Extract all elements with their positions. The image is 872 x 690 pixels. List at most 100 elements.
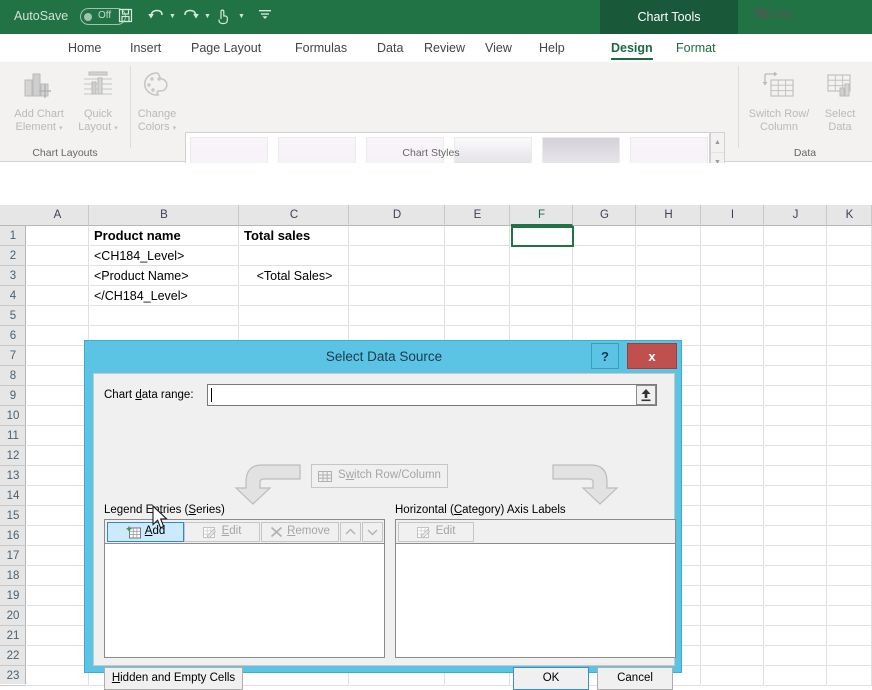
cell-A15[interactable] [27,506,89,526]
row-header-2[interactable]: 2 [0,246,26,266]
cell-C5[interactable] [240,306,349,326]
cell-I23[interactable] [702,666,764,686]
row-header-14[interactable]: 14 [0,486,26,506]
cell-K1[interactable] [828,226,872,246]
row-header-7[interactable]: 7 [0,346,26,366]
undo-icon[interactable] [147,7,165,29]
cell-D2[interactable] [350,246,445,266]
cell-K21[interactable] [828,626,872,646]
cell-I21[interactable] [702,626,764,646]
save-icon[interactable] [117,7,134,29]
cell-J13[interactable] [765,466,827,486]
cell-K8[interactable] [828,366,872,386]
tab-page-layout[interactable]: Page Layout [191,34,261,62]
cell-J5[interactable] [765,306,827,326]
column-header-J[interactable]: J [765,205,827,226]
tab-review[interactable]: Review [424,34,465,62]
dialog-close-button[interactable]: x [627,343,677,369]
cell-A11[interactable] [27,426,89,446]
edit-series-button[interactable]: Edit [184,522,260,542]
cell-I5[interactable] [702,306,764,326]
cell-I3[interactable] [702,266,764,286]
cell-D1[interactable] [350,226,445,246]
redo-icon[interactable] [182,7,200,29]
row-header-21[interactable]: 21 [0,626,26,646]
cell-I6[interactable] [702,326,764,346]
cell-K6[interactable] [828,326,872,346]
cancel-button[interactable]: Cancel [597,667,673,690]
switch-row-column-dialog-button[interactable]: Switch Row/Column [311,464,448,488]
cell-J22[interactable] [765,646,827,666]
cell-J21[interactable] [765,626,827,646]
row-header-20[interactable]: 20 [0,606,26,626]
cell-B5[interactable] [90,306,239,326]
cell-I4[interactable] [702,286,764,306]
cell-D4[interactable] [350,286,445,306]
tab-formulas[interactable]: Formulas [295,34,347,62]
cell-A13[interactable] [27,466,89,486]
tab-insert[interactable]: Insert [130,34,161,62]
select-data-button[interactable]: Select Data [816,70,864,134]
cell-G3[interactable] [574,266,636,286]
change-colors-button[interactable]: Change Colors ▾ [128,70,186,135]
cell-A19[interactable] [27,586,89,606]
cell-H2[interactable] [637,246,701,266]
redo-dropdown-icon[interactable]: ▼ [204,13,211,20]
cell-I19[interactable] [702,586,764,606]
ok-button[interactable]: OK [513,667,589,690]
cell-A20[interactable] [27,606,89,626]
cell-K11[interactable] [828,426,872,446]
customize-qat-icon[interactable] [258,7,272,26]
tab-design[interactable]: Design [611,34,653,62]
move-series-down-button[interactable] [362,522,383,542]
cell-I8[interactable] [702,366,764,386]
cell-A17[interactable] [27,546,89,566]
collapse-dialog-button[interactable] [636,385,656,405]
dialog-help-button[interactable]: ? [591,343,619,369]
cell-K3[interactable] [828,266,872,286]
row-header-4[interactable]: 4 [0,286,26,306]
cell-F4[interactable] [511,286,573,306]
cell-J18[interactable] [765,566,827,586]
cell-K23[interactable] [828,666,872,686]
cell-I15[interactable] [702,506,764,526]
cell-J3[interactable] [765,266,827,286]
selected-cell-f1[interactable] [511,226,574,247]
hidden-and-empty-cells-button[interactable]: Hidden and Empty Cells [104,667,243,690]
cell-C4[interactable] [240,286,349,306]
column-header-D[interactable]: D [350,205,445,226]
cell-G4[interactable] [574,286,636,306]
cell-I9[interactable] [702,386,764,406]
add-series-button[interactable]: Add [107,522,184,542]
edit-axis-labels-button[interactable]: Edit [398,522,474,542]
row-header-18[interactable]: 18 [0,566,26,586]
cell-A18[interactable] [27,566,89,586]
column-header-H[interactable]: H [637,205,701,226]
row-header-3[interactable]: 3 [0,266,26,286]
cell-J16[interactable] [765,526,827,546]
cell-E2[interactable] [446,246,510,266]
cell-A21[interactable] [27,626,89,646]
cell-A2[interactable] [27,246,89,266]
cell-I12[interactable] [702,446,764,466]
cell-E5[interactable] [446,306,510,326]
column-header-G[interactable]: G [574,205,636,226]
cell-J2[interactable] [765,246,827,266]
row-header-13[interactable]: 13 [0,466,26,486]
cell-G2[interactable] [574,246,636,266]
cell-A3[interactable] [27,266,89,286]
row-header-19[interactable]: 19 [0,586,26,606]
column-header-C[interactable]: C [240,205,349,226]
cell-I10[interactable] [702,406,764,426]
cell-H1[interactable] [637,226,701,246]
cell-C2[interactable] [240,246,349,266]
tab-view[interactable]: View [485,34,512,62]
cell-I7[interactable] [702,346,764,366]
column-header-F[interactable]: F [511,205,573,226]
cell-H3[interactable] [637,266,701,286]
cell-I22[interactable] [702,646,764,666]
cell-E1[interactable] [446,226,510,246]
tab-format[interactable]: Format [676,34,716,62]
cell-I13[interactable] [702,466,764,486]
cell-K20[interactable] [828,606,872,626]
